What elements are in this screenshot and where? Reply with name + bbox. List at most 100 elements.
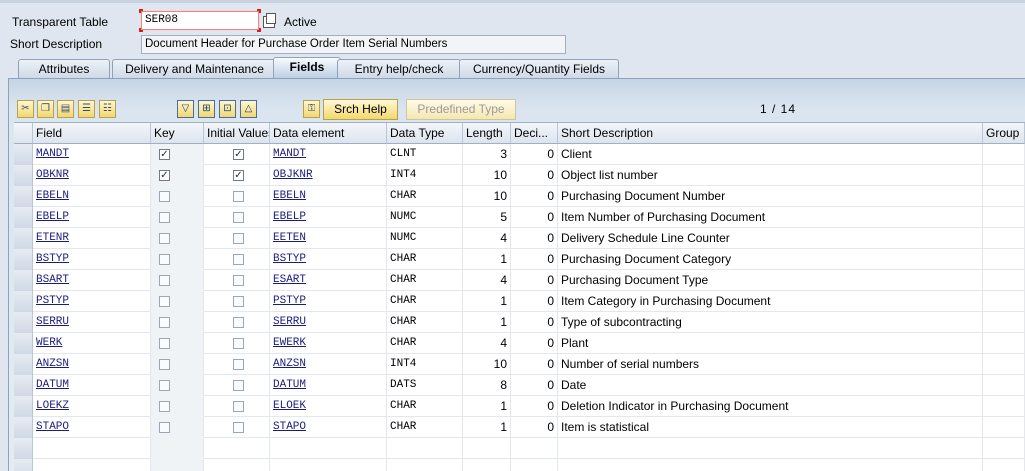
initial-values-checkbox[interactable] [233, 422, 244, 433]
field-name-cell[interactable]: OBKNR [33, 165, 151, 186]
initial-values-checkbox[interactable] [233, 191, 244, 202]
column-header-short-description[interactable]: Short Description [558, 123, 983, 144]
select-all-header[interactable] [14, 123, 33, 144]
initial-values-checkbox[interactable] [233, 380, 244, 391]
data-element-link[interactable]: EBELP [273, 211, 306, 223]
field-name-link[interactable]: STAPO [36, 421, 69, 433]
field-name-link[interactable]: WERK [36, 337, 62, 349]
initial-values-checkbox[interactable] [233, 233, 244, 244]
insert-row-icon[interactable]: ☰ [78, 100, 95, 118]
table-row[interactable]: ETENR EETEN NUMC 4 0 Delivery Schedule Line C… [14, 228, 1025, 249]
field-name-cell[interactable]: EBELN [33, 186, 151, 207]
key-checkbox[interactable] [159, 212, 170, 223]
data-element-link[interactable]: OBJKNR [273, 169, 313, 181]
row-selector[interactable] [14, 249, 33, 270]
row-selector[interactable] [14, 354, 33, 375]
data-element-cell[interactable]: ANZSN [270, 354, 387, 375]
paste-icon[interactable]: ▤ [57, 100, 74, 118]
table-row[interactable]: MANDT ✓ ✓ MANDT CLNT 3 0 Client [14, 144, 1025, 165]
empty-cell[interactable] [983, 459, 1025, 471]
initial-values-checkbox[interactable] [233, 359, 244, 370]
empty-cell[interactable] [204, 459, 270, 471]
data-element-link[interactable]: ESART [273, 274, 306, 286]
field-name-link[interactable]: PSTYP [36, 295, 69, 307]
field-name-link[interactable]: BSART [36, 274, 69, 286]
field-name-link[interactable]: EBELN [36, 190, 69, 202]
initial-values-checkbox[interactable] [233, 338, 244, 349]
table-row[interactable]: EBELN EBELN CHAR 10 0 Purchasing Document Num… [14, 186, 1025, 207]
column-header-length[interactable]: Length [463, 123, 511, 144]
data-element-link[interactable]: STAPO [273, 421, 306, 433]
table-row[interactable]: PSTYP PSTYP CHAR 1 0 Item Category in Purchas… [14, 291, 1025, 312]
data-element-link[interactable]: EETEN [273, 232, 306, 244]
short-description-input[interactable]: Document Header for Purchase Order Item … [141, 35, 566, 54]
initial-values-checkbox[interactable]: ✓ [233, 170, 244, 181]
key-checkbox[interactable] [159, 380, 170, 391]
field-name-cell[interactable]: MANDT [33, 144, 151, 165]
search-help-button[interactable]: Srch Help [323, 99, 398, 120]
field-name-cell[interactable]: ANZSN [33, 354, 151, 375]
key-checkbox[interactable] [159, 359, 170, 370]
row-selector[interactable] [14, 396, 33, 417]
row-selector[interactable] [14, 438, 33, 459]
field-name-cell[interactable]: PSTYP [33, 291, 151, 312]
empty-cell[interactable] [463, 438, 511, 459]
row-selector[interactable] [14, 228, 33, 249]
tab-entry-help-check[interactable]: Entry help/check [337, 59, 461, 79]
field-name-link[interactable]: ANZSN [36, 358, 69, 370]
key-checkbox[interactable] [159, 275, 170, 286]
row-selector[interactable] [14, 144, 33, 165]
row-selector[interactable] [14, 207, 33, 228]
row-selector[interactable] [14, 291, 33, 312]
table-row[interactable]: EBELP EBELP NUMC 5 0 Item Number of Purchasin… [14, 207, 1025, 228]
key-checkbox[interactable] [159, 401, 170, 412]
table-row[interactable]: OBKNR ✓ ✓ OBJKNR INT4 10 0 Object list number [14, 165, 1025, 186]
sort-asc-icon[interactable]: △ [240, 100, 257, 118]
empty-cell[interactable] [511, 438, 558, 459]
column-header-field[interactable]: Field [33, 123, 151, 144]
empty-cell[interactable] [558, 438, 983, 459]
field-name-link[interactable]: MANDT [36, 148, 69, 160]
row-selector[interactable] [14, 417, 33, 438]
empty-cell[interactable] [387, 459, 463, 471]
field-name-link[interactable]: OBKNR [36, 169, 69, 181]
key-checkbox[interactable] [159, 296, 170, 307]
initial-values-checkbox[interactable] [233, 317, 244, 328]
data-element-cell[interactable]: EBELP [270, 207, 387, 228]
data-element-link[interactable]: EWERK [273, 337, 306, 349]
empty-cell[interactable] [204, 438, 270, 459]
initial-values-checkbox[interactable] [233, 275, 244, 286]
data-element-cell[interactable]: PSTYP [270, 291, 387, 312]
data-element-link[interactable]: PSTYP [273, 295, 306, 307]
table-row[interactable]: BSART ESART CHAR 4 0 Purchasing Document Type [14, 270, 1025, 291]
empty-cell[interactable] [270, 459, 387, 471]
tab-attributes[interactable]: Attributes [18, 59, 110, 79]
field-name-cell[interactable]: WERK [33, 333, 151, 354]
tab-fields[interactable]: Fields [273, 57, 341, 79]
empty-cell[interactable] [270, 438, 387, 459]
data-element-link[interactable]: EBELN [273, 190, 306, 202]
field-name-link[interactable]: DATUM [36, 379, 69, 391]
initial-values-checkbox[interactable] [233, 401, 244, 412]
empty-cell[interactable] [463, 459, 511, 471]
key-checkbox[interactable] [159, 317, 170, 328]
field-name-link[interactable]: LOEKZ [36, 400, 69, 412]
data-element-link[interactable]: DATUM [273, 379, 306, 391]
key-checkbox[interactable] [159, 191, 170, 202]
data-element-cell[interactable]: DATUM [270, 375, 387, 396]
row-selector[interactable] [14, 375, 33, 396]
predefined-type-button[interactable]: Predefined Type [406, 99, 516, 120]
data-element-link[interactable]: ELOEK [273, 400, 306, 412]
row-selector[interactable] [14, 270, 33, 291]
data-element-link[interactable]: ANZSN [273, 358, 306, 370]
key-icon[interactable]: ⚿ [303, 100, 320, 118]
empty-cell[interactable] [33, 459, 151, 471]
field-name-link[interactable]: SERRU [36, 316, 69, 328]
row-selector[interactable] [14, 186, 33, 207]
empty-cell[interactable] [33, 438, 151, 459]
field-name-cell[interactable]: ETENR [33, 228, 151, 249]
table-name-input[interactable]: SER08 [141, 11, 259, 30]
table-row[interactable]: SERRU SERRU CHAR 1 0 Type of subcontracting [14, 312, 1025, 333]
empty-cell[interactable] [558, 459, 983, 471]
data-element-cell[interactable]: EETEN [270, 228, 387, 249]
